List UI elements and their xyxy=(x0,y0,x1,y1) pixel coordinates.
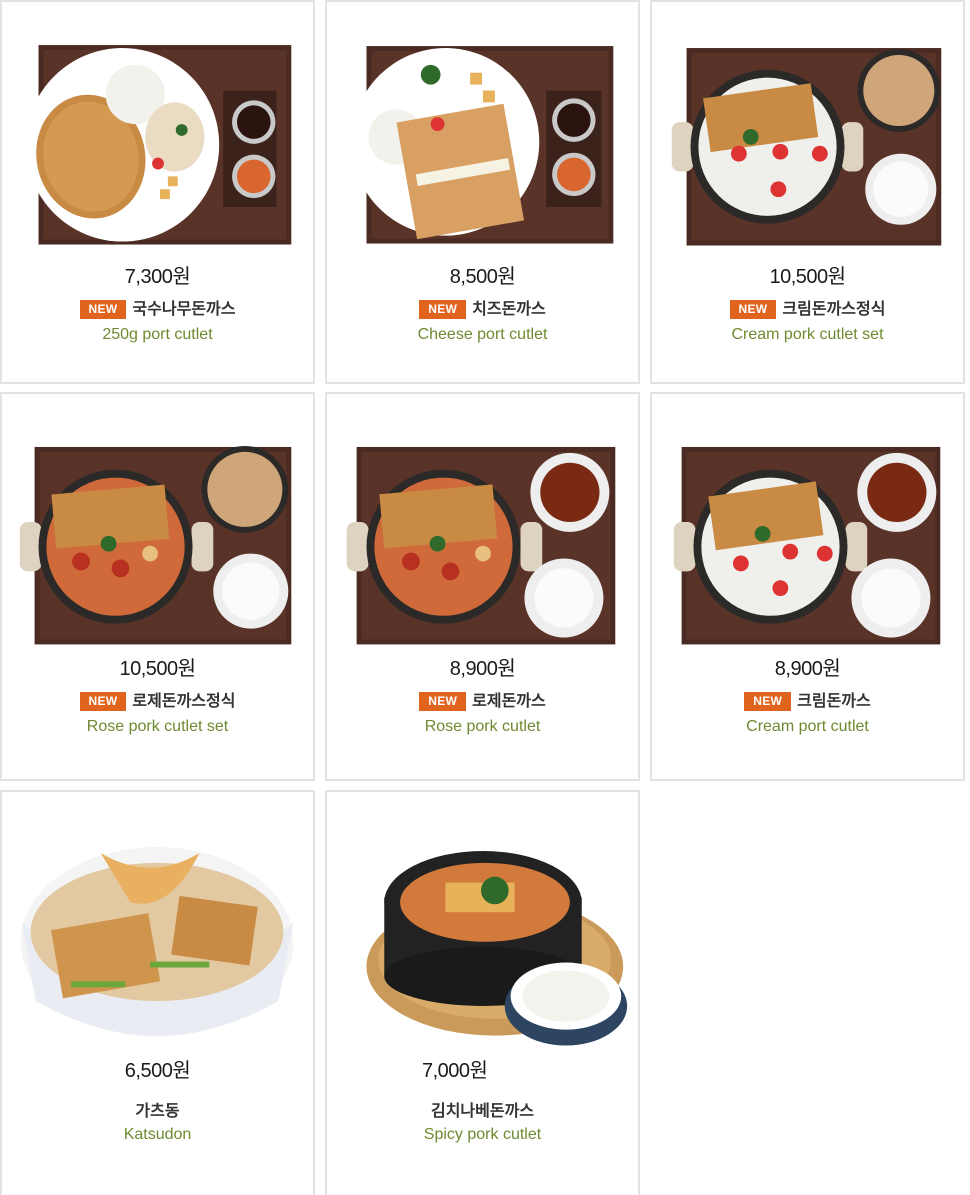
food-image xyxy=(327,792,638,1062)
menu-card[interactable]: 10,500원 NEW 로제돈까스정식 Rose pork cutlet set xyxy=(0,392,315,781)
new-badge: NEW xyxy=(744,692,792,711)
new-badge: NEW xyxy=(729,300,777,319)
item-name: 가츠동 xyxy=(135,1103,180,1120)
menu-card[interactable]: 6,500원 가츠동 Katsudon xyxy=(0,790,315,1195)
price: 8,900원 xyxy=(774,658,841,680)
item-name-row: NEW 로제돈까스 xyxy=(327,687,638,711)
item-english-name: Spicy pork cutlet xyxy=(423,1126,542,1143)
menu-card[interactable]: 8,900원 NEW 크림돈까스 Cream port cutlet xyxy=(650,392,965,781)
item-english-name: Katsudon xyxy=(123,1126,192,1143)
item-english-name: Rose pork cutlet xyxy=(424,718,541,735)
menu-card[interactable]: 7,000원 김치나베돈까스 Spicy pork cutlet xyxy=(325,790,640,1195)
food-image xyxy=(2,2,313,257)
item-name-row: NEW 크림돈까스정식 xyxy=(652,295,963,319)
item-name: 로제돈까스정식 xyxy=(132,693,236,710)
item-english-name: Cheese port cutlet xyxy=(417,326,548,343)
item-name-row: NEW 치즈돈까스 xyxy=(327,295,638,319)
menu-card[interactable]: 10,500원 NEW 크림돈까스정식 Cream pork cutlet set xyxy=(650,0,965,384)
food-image xyxy=(652,2,963,257)
item-name: 크림돈까스정식 xyxy=(782,301,886,318)
price: 7,000원 xyxy=(422,1060,488,1082)
item-name: 김치나베돈까스 xyxy=(430,1103,535,1120)
item-name: 크림돈까스 xyxy=(797,693,871,710)
menu-card[interactable]: 8,900원 NEW 로제돈까스 Rose pork cutlet xyxy=(325,392,640,781)
item-english-name: 250g port cutlet xyxy=(102,326,213,343)
new-badge: NEW xyxy=(79,692,127,711)
price: 8,900원 xyxy=(449,658,516,680)
price: 6,500원 xyxy=(124,1060,191,1082)
item-name-row: 김치나베돈까스 xyxy=(327,1097,638,1121)
new-badge: NEW xyxy=(79,300,127,319)
food-image xyxy=(2,394,313,649)
food-image xyxy=(327,2,638,257)
item-name: 국수나무돈까스 xyxy=(132,301,236,318)
price: 8,500원 xyxy=(449,266,516,288)
item-english-name: Cream port cutlet xyxy=(746,718,869,735)
item-name-row: NEW 국수나무돈까스 xyxy=(2,295,313,319)
item-name: 치즈돈까스 xyxy=(472,301,546,318)
price: 10,500원 xyxy=(119,658,196,680)
food-image xyxy=(327,394,638,649)
new-badge: NEW xyxy=(419,300,467,319)
food-image xyxy=(2,792,313,1062)
new-badge: NEW xyxy=(419,692,467,711)
item-name: 로제돈까스 xyxy=(472,693,546,710)
item-english-name: Rose pork cutlet set xyxy=(86,718,229,735)
food-image xyxy=(652,394,963,649)
item-english-name: Cream pork cutlet set xyxy=(731,326,884,343)
price: 7,300원 xyxy=(124,266,191,288)
item-name-row: NEW 크림돈까스 xyxy=(652,687,963,711)
menu-card[interactable]: 7,300원 NEW 국수나무돈까스 250g port cutlet xyxy=(0,0,315,384)
menu-grid: 7,300원 NEW 국수나무돈까스 250g port cutlet 8,50… xyxy=(0,0,970,1195)
item-name-row: 가츠동 xyxy=(2,1097,313,1121)
item-name-row: NEW 로제돈까스정식 xyxy=(2,687,313,711)
menu-card[interactable]: 8,500원 NEW 치즈돈까스 Cheese port cutlet xyxy=(325,0,640,384)
price: 10,500원 xyxy=(769,266,846,288)
